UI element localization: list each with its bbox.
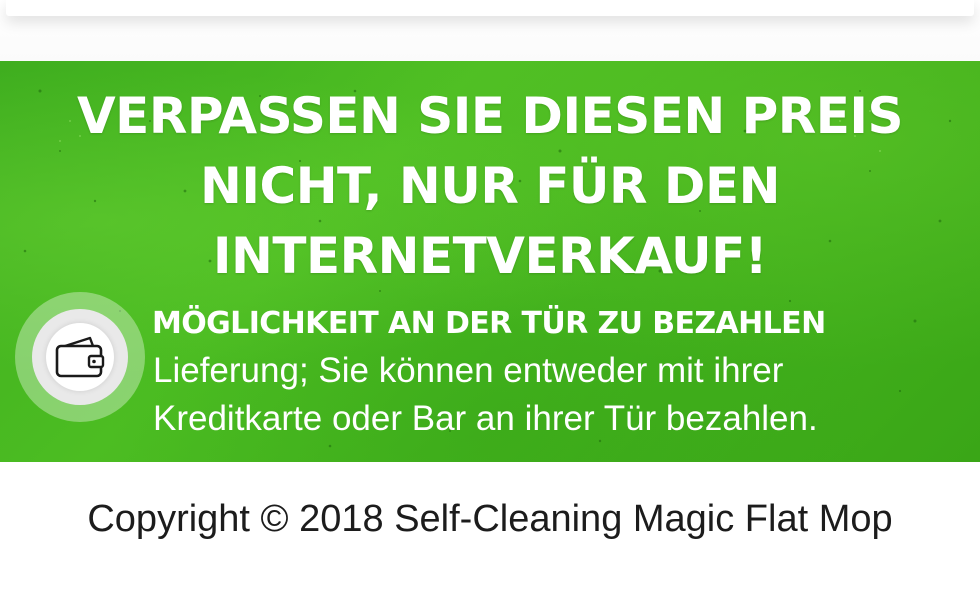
wallet-badge-inner [32,309,128,405]
promo-headline: VERPASSEN SIE DIESEN PREIS NICHT, NUR FÜ… [40,81,940,291]
wallet-icon [55,336,105,378]
feature-title: MÖGLICHKEIT AN DER TÜR ZU BEZAHLEN [152,306,826,341]
wallet-badge [15,292,145,422]
promo-banner: VERPASSEN SIE DIESEN PREIS NICHT, NUR FÜ… [0,61,980,462]
previous-section-card [6,0,974,16]
page: VERPASSEN SIE DIESEN PREIS NICHT, NUR FÜ… [0,0,980,606]
headline-line-3: INTERNETVERKAUF! [212,227,768,285]
headline-line-2: NICHT, NUR FÜR DEN [200,157,780,215]
headline-line-1: VERPASSEN SIE DIESEN PREIS [76,87,904,145]
feature-description: Lieferung; Sie können entweder mit ihrer… [153,351,818,438]
copyright-text: Copyright © 2018 Self-Cleaning Magic Fla… [87,498,893,540]
wallet-badge-circle [46,323,114,391]
footer: Copyright © 2018 Self-Cleaning Magic Fla… [0,462,980,606]
